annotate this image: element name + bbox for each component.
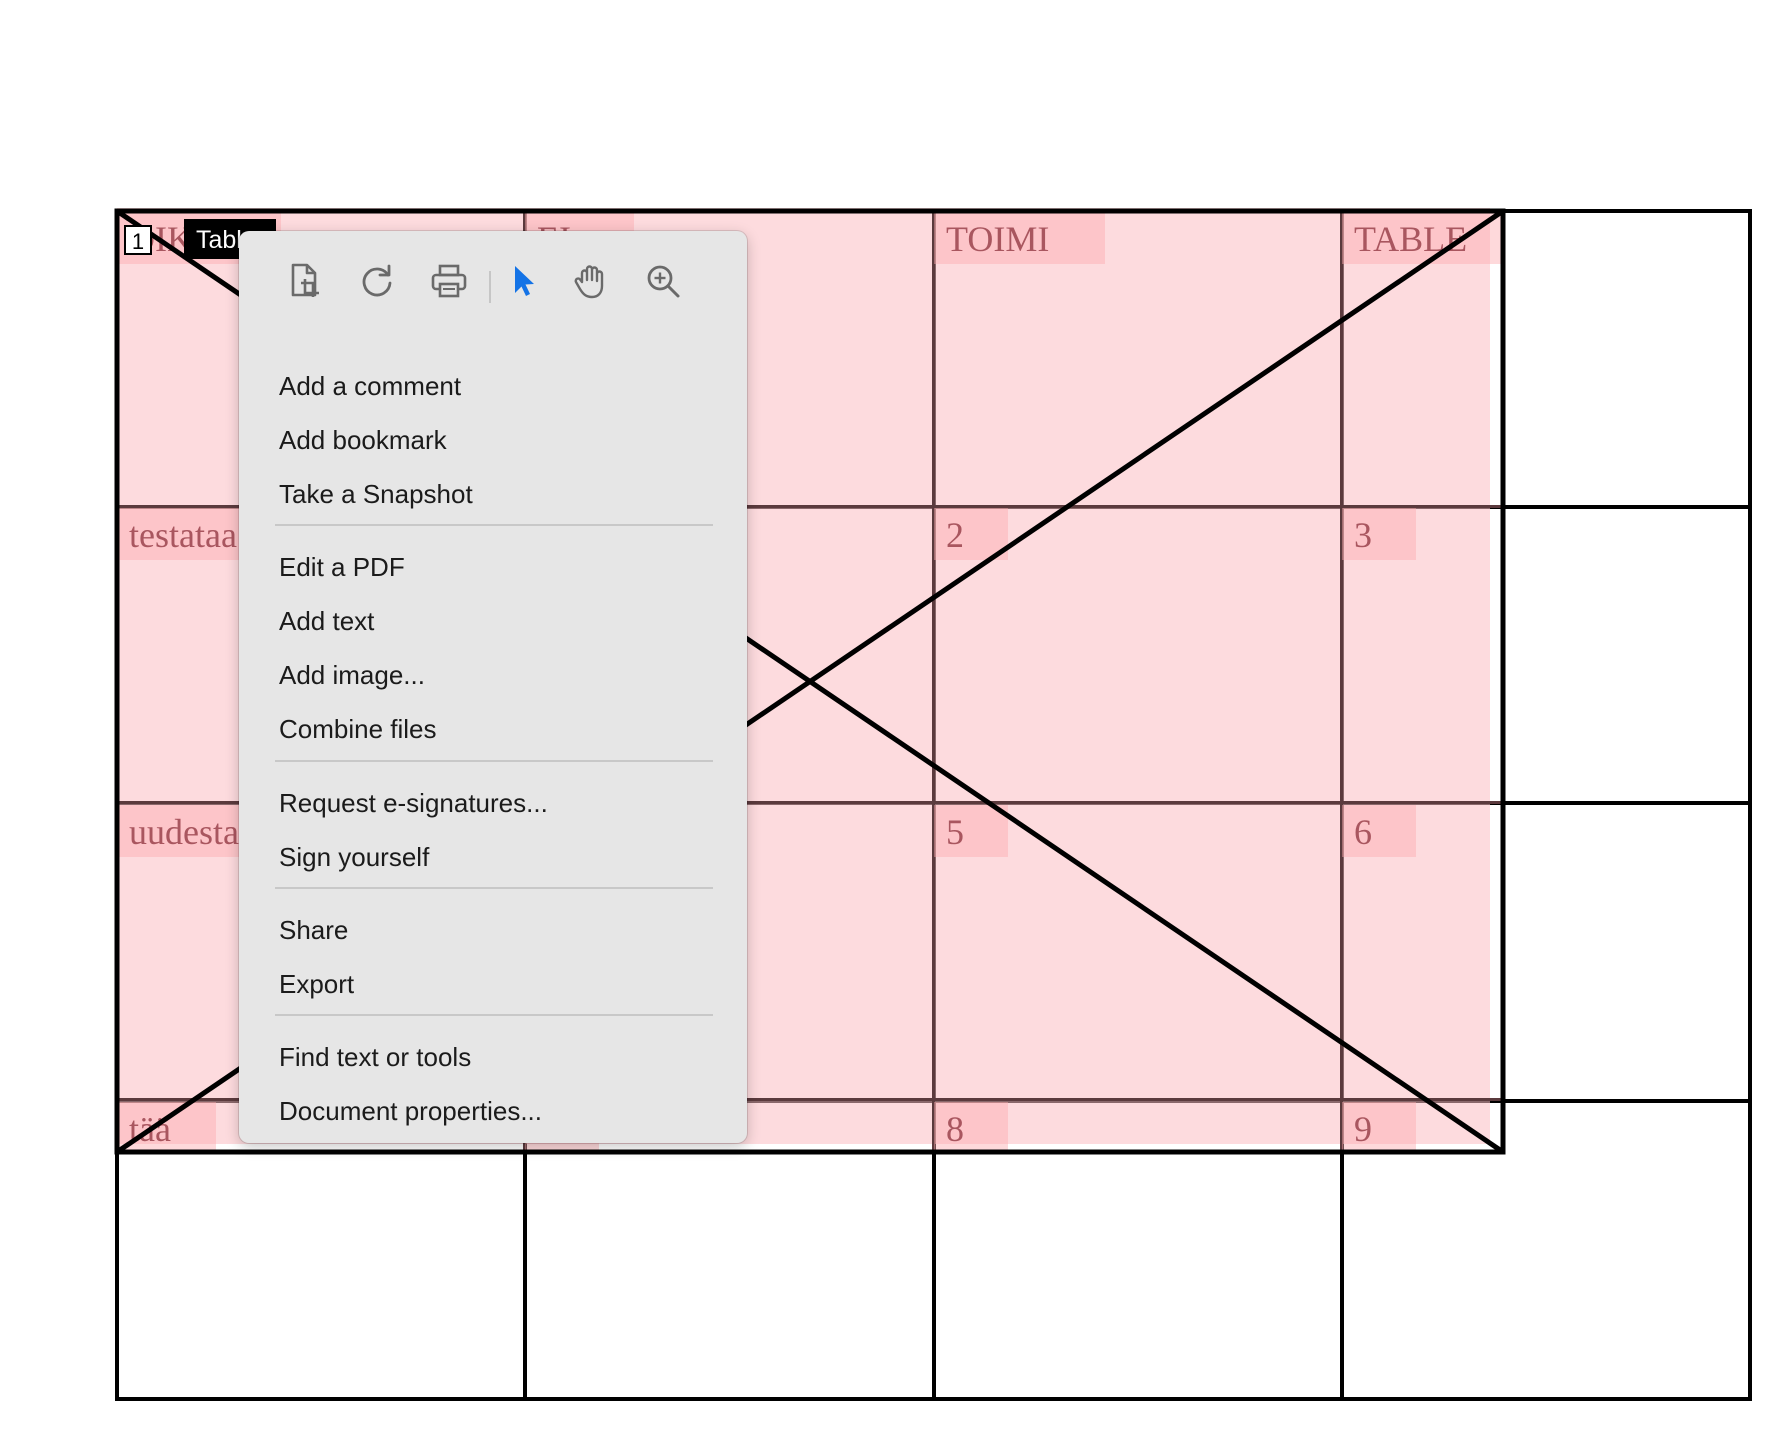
menu-separator xyxy=(275,760,713,762)
menu-item-add-image[interactable]: Add image... xyxy=(279,653,425,697)
menu-item-sign-yourself[interactable]: Sign yourself xyxy=(279,835,429,879)
menu-item-add-text[interactable]: Add text xyxy=(279,599,374,643)
menu-item-add-comment[interactable]: Add a comment xyxy=(279,364,461,408)
menu-item-edit-pdf[interactable]: Edit a PDF xyxy=(279,545,405,589)
context-menu-toolbar xyxy=(239,253,747,305)
select-cursor-icon[interactable] xyxy=(503,261,543,301)
menu-item-add-bookmark[interactable]: Add bookmark xyxy=(279,418,447,462)
menu-item-request-esignatures[interactable]: Request e-signatures... xyxy=(279,781,548,825)
menu-separator xyxy=(275,1014,713,1016)
print-icon[interactable] xyxy=(429,261,469,301)
menu-separator xyxy=(275,524,713,526)
toolbar-separator xyxy=(489,271,491,303)
menu-item-take-snapshot[interactable]: Take a Snapshot xyxy=(279,472,473,516)
menu-item-combine-files[interactable]: Combine files xyxy=(279,707,437,751)
menu-item-export[interactable]: Export xyxy=(279,962,354,1006)
hand-tool-icon[interactable] xyxy=(571,261,611,301)
context-menu: Add a comment Add bookmark Take a Snapsh… xyxy=(239,231,747,1143)
menu-separator xyxy=(275,887,713,889)
menu-item-share[interactable]: Share xyxy=(279,908,348,952)
menu-item-document-properties[interactable]: Document properties... xyxy=(279,1089,542,1133)
rotate-icon[interactable] xyxy=(357,261,397,301)
tag-order-number: 1 xyxy=(124,225,152,255)
crop-page-icon[interactable] xyxy=(285,261,325,301)
zoom-in-icon[interactable] xyxy=(643,261,683,301)
menu-item-find-text-or-tools[interactable]: Find text or tools xyxy=(279,1035,471,1079)
